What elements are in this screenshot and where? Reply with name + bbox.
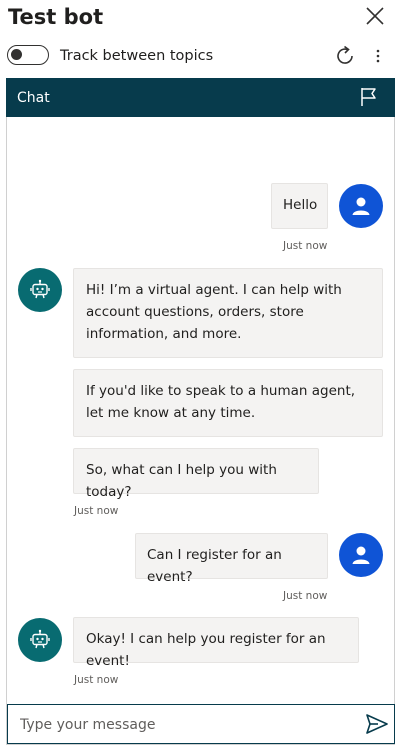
message-timestamp: Just now	[283, 240, 328, 252]
person-icon	[352, 197, 370, 215]
close-button[interactable]	[364, 5, 386, 27]
bot-message: If you'd like to speak to a human agent,…	[73, 369, 383, 437]
bot-message: Okay! I can help you register for an eve…	[73, 617, 359, 669]
restart-conversation-button[interactable]	[333, 44, 357, 68]
send-icon	[366, 714, 388, 734]
chat-header-title: Chat	[17, 90, 50, 106]
track-between-topics-toggle[interactable]	[7, 45, 49, 65]
user-message: Can I register for an event?	[135, 533, 328, 585]
message-text: If you'd like to speak to a human agent,…	[86, 383, 356, 421]
toggle-knob	[11, 49, 22, 60]
bot-message: Hi! I’m a virtual agent. I can help with…	[73, 268, 383, 358]
more-vertical-icon	[376, 49, 380, 63]
bot-icon	[30, 629, 50, 649]
user-message: Hello	[271, 183, 328, 229]
panel-title: Test bot	[8, 5, 104, 29]
message-timestamp: Just now	[283, 590, 328, 602]
user-avatar	[339, 184, 383, 228]
user-avatar	[339, 533, 383, 577]
flag-icon	[361, 88, 376, 106]
message-timestamp: Just now	[74, 505, 119, 517]
bot-icon	[30, 279, 50, 299]
chat-header: Chat	[6, 78, 395, 117]
send-button[interactable]	[365, 713, 389, 735]
message-input-box	[7, 704, 395, 744]
message-input[interactable]	[18, 713, 342, 737]
bot-avatar	[18, 618, 62, 662]
bot-message: So, what can I help you with today?	[73, 448, 319, 500]
refresh-icon	[337, 45, 353, 64]
flag-button[interactable]	[358, 86, 380, 108]
message-text: Hi! I’m a virtual agent. I can help with…	[86, 282, 342, 342]
track-between-topics-label: Track between topics	[60, 48, 214, 64]
more-options-button[interactable]	[370, 45, 386, 67]
bot-avatar	[18, 268, 62, 312]
message-timestamp: Just now	[74, 674, 119, 686]
message-text: Hello	[283, 197, 318, 213]
person-icon	[352, 546, 370, 564]
close-icon	[366, 7, 384, 25]
